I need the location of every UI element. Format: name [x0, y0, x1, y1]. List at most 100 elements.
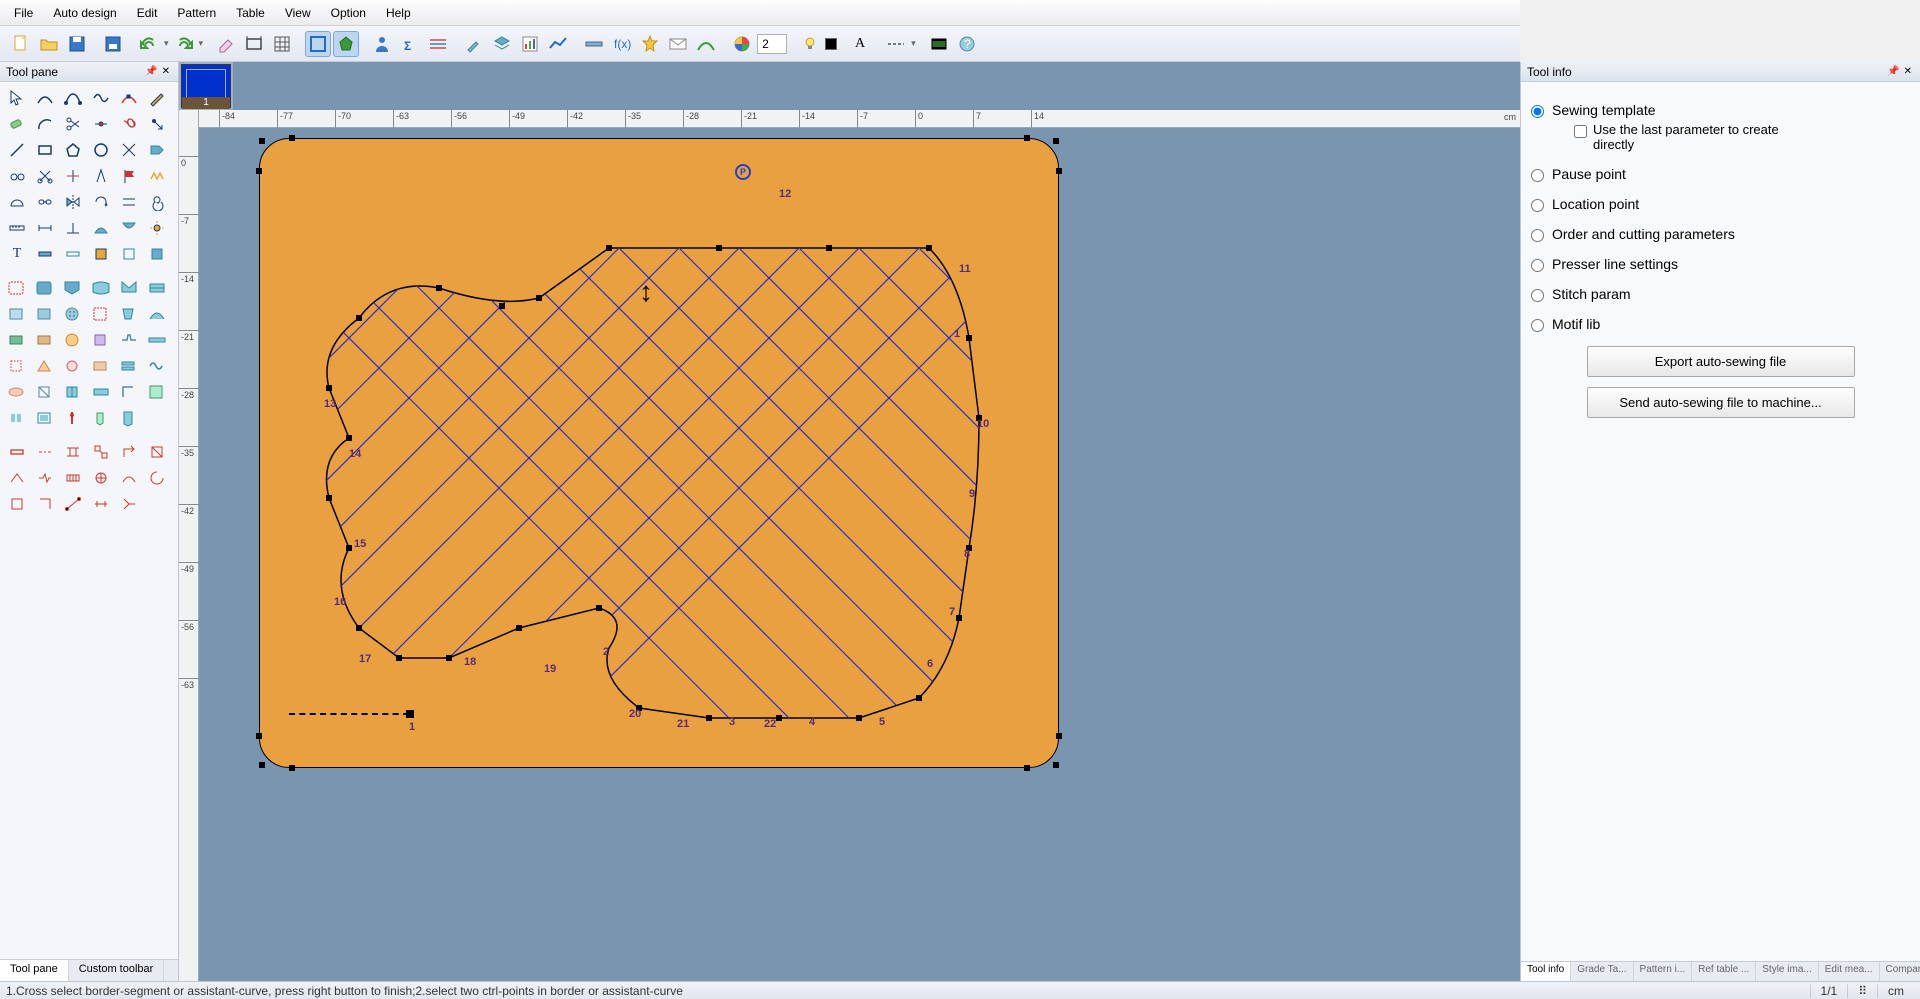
open-icon[interactable]	[36, 31, 62, 57]
send-button[interactable]: Send auto-sewing file to machine...	[1587, 387, 1855, 418]
undo-icon[interactable]	[136, 31, 162, 57]
rect-handle[interactable]	[1056, 168, 1062, 174]
notch-b-icon[interactable]	[60, 242, 86, 266]
tag-icon[interactable]	[144, 138, 170, 162]
rect-corner[interactable]	[259, 762, 265, 768]
perp-icon[interactable]	[60, 216, 86, 240]
poly-tool-icon[interactable]	[60, 138, 86, 162]
tab-compare[interactable]: Compare...	[1880, 962, 1920, 981]
text-icon[interactable]: A	[847, 31, 873, 57]
chart-icon[interactable]	[517, 31, 543, 57]
redo-icon[interactable]	[171, 31, 197, 57]
eraser-icon[interactable]	[213, 31, 239, 57]
edit-point-icon[interactable]	[116, 86, 142, 110]
new-icon[interactable]	[8, 31, 34, 57]
seg-13-icon[interactable]	[4, 492, 30, 516]
piece-28-icon[interactable]	[88, 406, 114, 430]
sub-use-last-param[interactable]: Use the last parameter to create directl…	[1574, 122, 1813, 152]
seg-8-icon[interactable]	[32, 466, 58, 490]
node-tool-icon[interactable]	[88, 112, 114, 136]
piece-10-icon[interactable]	[88, 328, 114, 352]
menu-edit[interactable]: Edit	[127, 2, 168, 24]
close-icon[interactable]: ✕	[1902, 66, 1914, 77]
grid-icon[interactable]	[269, 31, 295, 57]
seam-a-icon[interactable]	[88, 242, 114, 266]
option-motif-lib[interactable]: Motif lib	[1531, 316, 1910, 332]
menu-help[interactable]: Help	[376, 2, 421, 24]
option-pause-point[interactable]: Pause point	[1531, 166, 1910, 182]
option-stitch-param[interactable]: Stitch param	[1531, 286, 1910, 302]
rect-handle[interactable]	[256, 168, 262, 174]
seg-10-icon[interactable]	[88, 466, 114, 490]
pen-tool-icon[interactable]	[144, 86, 170, 110]
seg-3-icon[interactable]	[60, 440, 86, 464]
rect-handle[interactable]	[1024, 765, 1030, 771]
film-icon[interactable]	[926, 31, 952, 57]
fabric-b-icon[interactable]	[116, 216, 142, 240]
bezier-tool-icon[interactable]	[60, 86, 86, 110]
tab-style-image[interactable]: Style ima...	[1756, 962, 1818, 981]
save-icon[interactable]	[64, 31, 90, 57]
piece-13-icon[interactable]	[4, 354, 30, 378]
collar-a-icon[interactable]	[88, 276, 114, 300]
save-as-icon[interactable]	[100, 31, 126, 57]
radio-motif-lib[interactable]	[1531, 319, 1544, 332]
rect-handle[interactable]	[289, 135, 295, 141]
piece-11-icon[interactable]	[116, 328, 142, 352]
piece-27-icon[interactable]	[60, 406, 86, 430]
piece-15-icon[interactable]	[60, 354, 86, 378]
flag-icon[interactable]	[116, 164, 142, 188]
menu-view[interactable]: View	[275, 2, 321, 24]
piece-12-icon[interactable]	[144, 328, 170, 352]
person-icon[interactable]	[369, 31, 395, 57]
seg-7-icon[interactable]	[4, 466, 30, 490]
rect-corner[interactable]	[1053, 138, 1059, 144]
rect-handle[interactable]	[1024, 135, 1030, 141]
text-tool-icon[interactable]: T	[4, 242, 30, 266]
piece-21-icon[interactable]	[60, 380, 86, 404]
option-sewing-template[interactable]: Sewing template Use the last parameter t…	[1531, 102, 1910, 152]
menu-table[interactable]: Table	[226, 2, 275, 24]
canvas-area[interactable]: 1 cm -84-77-70-63-56-49-42-35-28-21-14-7…	[179, 62, 1520, 981]
tab-custom-toolbar[interactable]: Custom toolbar	[69, 960, 165, 981]
notch-a-icon[interactable]	[32, 242, 58, 266]
seg-5-icon[interactable]	[116, 440, 142, 464]
seg-11-icon[interactable]	[116, 466, 142, 490]
seam-c-icon[interactable]	[144, 242, 170, 266]
piece-24-icon[interactable]	[144, 380, 170, 404]
seg-16-icon[interactable]	[88, 492, 114, 516]
piece-17-icon[interactable]	[116, 354, 142, 378]
trend-icon[interactable]	[545, 31, 571, 57]
piece-26-icon[interactable]	[32, 406, 58, 430]
curve-icon[interactable]	[693, 31, 719, 57]
piece-14-icon[interactable]	[32, 354, 58, 378]
piece-19-icon[interactable]	[4, 380, 30, 404]
p-marker[interactable]: P	[735, 164, 751, 180]
compass-icon[interactable]	[88, 164, 114, 188]
circle-tool-icon[interactable]	[88, 138, 114, 162]
spline-tool-icon[interactable]	[88, 86, 114, 110]
frame-icon[interactable]	[241, 31, 267, 57]
radio-sewing-template[interactable]	[1531, 105, 1544, 118]
piece-9-icon[interactable]	[60, 328, 86, 352]
star-icon[interactable]	[637, 31, 663, 57]
rect-handle[interactable]	[256, 733, 262, 739]
menu-pattern[interactable]: Pattern	[167, 2, 226, 24]
align-icon[interactable]	[425, 31, 451, 57]
mirror-icon[interactable]	[60, 190, 86, 214]
seg-4-icon[interactable]	[88, 440, 114, 464]
brush-icon[interactable]	[461, 31, 487, 57]
protractor-icon[interactable]	[4, 190, 30, 214]
seg-6-icon[interactable]	[144, 440, 170, 464]
rect-handle[interactable]	[289, 765, 295, 771]
radio-pause-point[interactable]	[1531, 169, 1544, 182]
piece-3-icon[interactable]	[60, 302, 86, 326]
menu-auto-design[interactable]: Auto design	[43, 2, 126, 24]
shape-icon[interactable]	[333, 31, 359, 57]
rect-handle[interactable]	[1056, 733, 1062, 739]
rotate-icon[interactable]	[88, 190, 114, 214]
piece-20-icon[interactable]	[32, 380, 58, 404]
option-order-cutting[interactable]: Order and cutting parameters	[1531, 226, 1910, 242]
dashed-segment[interactable]	[289, 713, 409, 715]
bounds-icon[interactable]	[305, 31, 331, 57]
